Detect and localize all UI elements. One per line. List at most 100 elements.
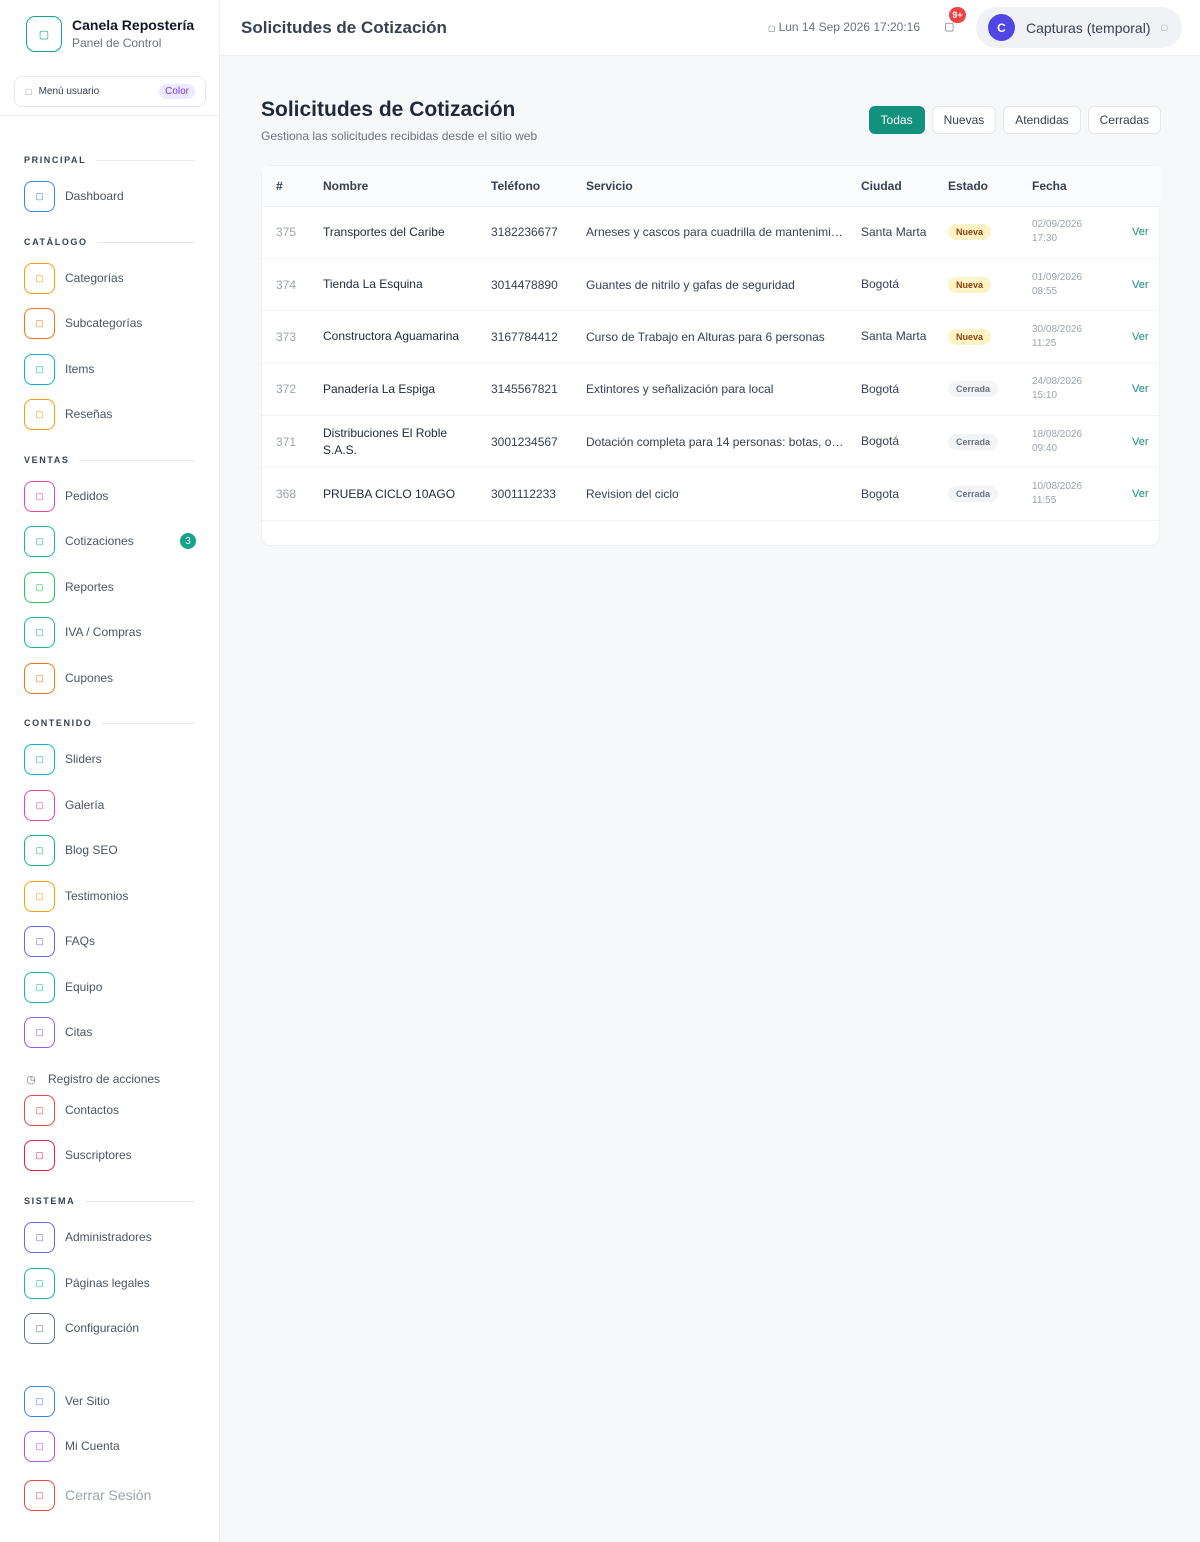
contactos-icon: ▢ bbox=[24, 1094, 55, 1126]
section-ventas: VENTAS bbox=[24, 455, 195, 465]
column-header-id[interactable]: # bbox=[262, 166, 323, 207]
sidebar-item-faqs[interactable]: ▢ FAQs bbox=[24, 925, 196, 957]
cell-name: Panadería La Espiga bbox=[323, 363, 491, 417]
table-header-row: # Nombre Teléfono Servicio Ciudad Estado Fecha bbox=[262, 166, 1161, 207]
table-row[interactable]: 368 PRUEBA CICLO 10AGO 3001112233 Revision … bbox=[262, 467, 1161, 521]
sidebar-item-label: Cerrar Sesión bbox=[65, 1487, 152, 1503]
paginas-legales-icon: ▢ bbox=[24, 1267, 55, 1299]
status-badge: Nueva bbox=[948, 276, 992, 293]
sidebar-item-testimonios[interactable]: ▢ Testimonios bbox=[24, 880, 196, 912]
datetime: ▢ Lun 14 Sep 2026 17:20:16 bbox=[768, 20, 920, 34]
sidebar-item-mi-cuenta[interactable]: ▢ Mi Cuenta bbox=[24, 1430, 196, 1462]
user-menu-label: Menú usuario bbox=[38, 86, 100, 97]
clock-icon: ▢ bbox=[768, 24, 776, 33]
column-header-telefono[interactable]: Teléfono bbox=[491, 166, 586, 207]
table-row[interactable]: 372 Panadería La Espiga 3145567821 Extintor… bbox=[262, 363, 1161, 417]
sidebar-item-administradores[interactable]: ▢ Administradores bbox=[24, 1221, 196, 1253]
sidebar-item-label: Cupones bbox=[65, 671, 114, 685]
cell-service: Arneses y cascos para cuadrilla de mante… bbox=[586, 206, 861, 259]
view-link[interactable]: Ver bbox=[1132, 310, 1161, 364]
time-text: 15:10 bbox=[1032, 390, 1058, 402]
sidebar-item-equipo[interactable]: ▢ Equipo bbox=[24, 971, 196, 1003]
brand[interactable]: ▢ Canela Repostería Panel de Control bbox=[26, 16, 194, 52]
cell-id: 374 bbox=[262, 258, 323, 312]
sidebar: ▢ Canela Repostería Panel de Control ▢ M… bbox=[0, 0, 220, 1542]
sidebar-item-subcategorias[interactable]: ▢ Subcategorías bbox=[24, 307, 196, 339]
count-badge: 3 bbox=[180, 533, 196, 549]
user-chip[interactable]: C Capturas (temporal) ▢ bbox=[976, 7, 1182, 48]
table-row[interactable]: 371 Distribuciones El Roble S.A.S. 3001234… bbox=[262, 415, 1161, 469]
reportes-icon: ▢ bbox=[24, 571, 55, 603]
sidebar-item-label: Páginas legales bbox=[65, 1276, 150, 1290]
status-badge: Cerrada bbox=[948, 486, 999, 503]
date-text: 02/09/2026 bbox=[1032, 219, 1083, 231]
topbar-title: Solicitudes de Cotización bbox=[241, 18, 447, 37]
equipo-icon: ▢ bbox=[24, 971, 55, 1003]
cell-city: Santa Marta bbox=[861, 310, 948, 364]
chevron-down-icon: ▢ bbox=[1160, 23, 1169, 32]
view-link[interactable]: Ver bbox=[1132, 258, 1161, 312]
sliders-icon: ▢ bbox=[24, 743, 55, 775]
sidebar-item-cupones[interactable]: ▢ Cupones bbox=[24, 662, 196, 694]
sidebar-item-iva-compras[interactable]: ▢ IVA / Compras bbox=[24, 616, 196, 648]
cell-city: Bogotá bbox=[861, 258, 948, 312]
sidebar-item-blog-seo[interactable]: ▢ Blog SEO bbox=[24, 834, 196, 866]
faqs-icon: ▢ bbox=[24, 925, 55, 957]
cell-status: Cerrada bbox=[948, 363, 1032, 417]
sidebar-item-contactos[interactable]: ▢ Contactos bbox=[24, 1094, 196, 1126]
sidebar-item-galeria[interactable]: ▢ Galería bbox=[24, 789, 196, 821]
time-text: 11:25 bbox=[1032, 337, 1057, 349]
cell-service: Dotación completa para 14 personas: bota… bbox=[586, 415, 861, 469]
cell-phone: 3001234567 bbox=[491, 415, 586, 469]
table-row[interactable]: 374 Tienda La Esquina 3014478890 Guantes de… bbox=[262, 258, 1161, 312]
filter-nuevas-button[interactable]: Nuevas bbox=[931, 106, 997, 134]
user-menu-button[interactable]: ▢ Menú usuario Color bbox=[14, 76, 206, 107]
column-header-fecha[interactable]: Fecha bbox=[1032, 166, 1132, 207]
filter-cerradas-button[interactable]: Cerradas bbox=[1087, 106, 1161, 134]
cerrar-sesion-icon: ▢ bbox=[24, 1479, 55, 1511]
sidebar-item-paginas-legales[interactable]: ▢ Páginas legales bbox=[24, 1267, 196, 1299]
sidebar-item-suscriptores[interactable]: ▢ Suscriptores bbox=[24, 1139, 196, 1171]
sidebar-item-label: Categorías bbox=[65, 271, 124, 285]
cell-name: PRUEBA CICLO 10AGO bbox=[323, 467, 491, 521]
sidebar-item-sliders[interactable]: ▢ Sliders bbox=[24, 743, 196, 775]
section-contenido: CONTENIDO bbox=[24, 718, 195, 728]
sidebar-item-label: Ver Sitio bbox=[65, 1394, 110, 1408]
view-link[interactable]: Ver bbox=[1132, 206, 1161, 259]
view-link[interactable]: Ver bbox=[1132, 363, 1161, 417]
sidebar-item-cotizaciones[interactable]: ▢ Cotizaciones 3 bbox=[24, 525, 196, 557]
sidebar-item-pedidos[interactable]: ▢ Pedidos bbox=[24, 480, 196, 512]
filter-atendidas-button[interactable]: Atendidas bbox=[1003, 106, 1081, 134]
table-row[interactable]: 375 Transportes del Caribe 3182236677 Arnes… bbox=[262, 206, 1161, 259]
sidebar-item-resenas[interactable]: ▢ Reseñas bbox=[24, 398, 196, 430]
sidebar-item-cerrar-sesion[interactable]: ▢ Cerrar Sesión bbox=[24, 1479, 196, 1511]
galeria-icon: ▢ bbox=[24, 789, 55, 821]
sidebar-item-dashboard[interactable]: ▢ Dashboard bbox=[24, 180, 196, 212]
sidebar-item-items[interactable]: ▢ Items bbox=[24, 353, 196, 385]
filter-todas-button[interactable]: Todas bbox=[868, 106, 925, 134]
view-link[interactable]: Ver bbox=[1132, 415, 1161, 469]
column-header-estado[interactable]: Estado bbox=[948, 166, 1032, 207]
sidebar-item-categorias[interactable]: ▢ Categorías bbox=[24, 262, 196, 294]
sidebar-item-label: Citas bbox=[65, 1025, 93, 1039]
view-link[interactable]: Ver bbox=[1132, 467, 1161, 521]
cell-id: 368 bbox=[262, 467, 323, 521]
time-text: 09:40 bbox=[1032, 442, 1058, 454]
sidebar-item-citas[interactable]: ▢ Citas bbox=[24, 1016, 196, 1048]
store-icon: ▢ bbox=[26, 16, 62, 52]
column-header-ciudad[interactable]: Ciudad bbox=[861, 166, 948, 207]
color-tag[interactable]: Color bbox=[159, 84, 195, 99]
sidebar-item-configuracion[interactable]: ▢ Configuración bbox=[24, 1312, 196, 1344]
column-header-nombre[interactable]: Nombre bbox=[323, 166, 491, 207]
date-text: 30/08/2026 bbox=[1032, 323, 1083, 335]
notification-badge[interactable]: 9+ bbox=[949, 7, 966, 23]
column-header-servicio[interactable]: Servicio bbox=[586, 166, 861, 207]
sidebar-item-reportes[interactable]: ▢ Reportes bbox=[24, 571, 196, 603]
sidebar-item-ver-sitio[interactable]: ▢ Ver Sitio bbox=[24, 1385, 196, 1417]
table-row[interactable]: 373 Constructora Aguamarina 3167784412 Curs… bbox=[262, 310, 1161, 364]
section-catalogo: CATÁLOGO bbox=[24, 237, 195, 247]
date-text: 18/08/2026 bbox=[1032, 428, 1083, 440]
sidebar-item-registro-de-acciones[interactable]: ◷ Registro de acciones bbox=[24, 1063, 196, 1095]
cell-phone: 3014478890 bbox=[491, 258, 586, 312]
configuracion-icon: ▢ bbox=[24, 1312, 55, 1344]
